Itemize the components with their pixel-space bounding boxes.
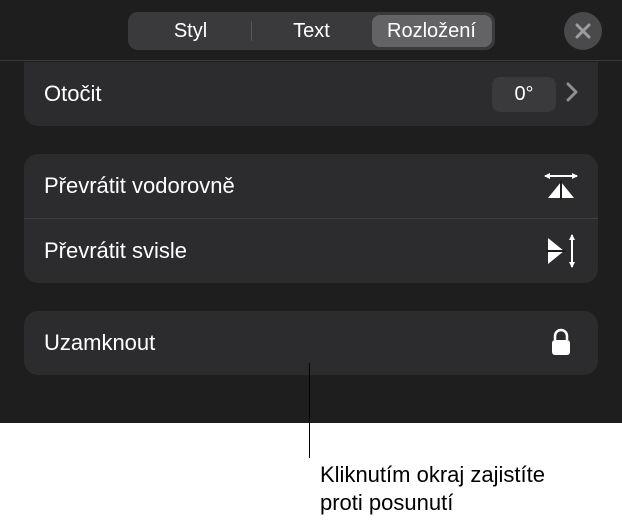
rotate-row[interactable]: Otočit 0° (24, 62, 598, 126)
callout-line-2: proti posunutí (320, 490, 453, 515)
rotate-label: Otočit (44, 81, 101, 107)
divider (0, 60, 622, 61)
tab-style-label: Styl (174, 20, 207, 43)
layout-panel: Styl Text Rozložení Otočit 0° (0, 0, 622, 423)
flip-vertical-label: Převrátit svisle (44, 238, 187, 264)
flip-group: Převrátit vodorovně Převrátit svisle (24, 154, 598, 283)
flip-horizontal-icon (544, 169, 578, 203)
lock-row[interactable]: Uzamknout (24, 311, 598, 375)
rotate-trail: 0° (492, 77, 578, 112)
lock-icon (544, 326, 578, 360)
content-area: Otočit 0° Převrátit vodorovně (0, 62, 622, 375)
tab-text[interactable]: Text (252, 15, 372, 47)
flip-vertical-icon (544, 234, 578, 268)
chevron-right-icon (566, 82, 578, 107)
tab-style[interactable]: Styl (131, 15, 251, 47)
flip-horizontal-label: Převrátit vodorovně (44, 173, 235, 199)
callout-text: Kliknutím okraj zajistíte proti posunutí (320, 461, 545, 516)
segmented-control: Styl Text Rozložení (128, 12, 495, 50)
lock-group: Uzamknout (24, 311, 598, 375)
lock-label: Uzamknout (44, 330, 155, 356)
tab-text-label: Text (293, 20, 330, 43)
close-icon (574, 22, 592, 40)
close-button[interactable] (564, 12, 602, 50)
flip-horizontal-row[interactable]: Převrátit vodorovně (24, 154, 598, 218)
tab-layout[interactable]: Rozložení (372, 15, 492, 47)
flip-vertical-row[interactable]: Převrátit svisle (24, 218, 598, 283)
tab-layout-label: Rozložení (387, 20, 476, 43)
rotate-value: 0° (492, 77, 556, 112)
tab-bar: Styl Text Rozložení (0, 0, 622, 58)
callout-area: Kliknutím okraj zajistíte proti posunutí (0, 423, 622, 532)
rotate-group: Otočit 0° (24, 62, 598, 126)
callout-line-1: Kliknutím okraj zajistíte (320, 462, 545, 487)
callout-leader-line (309, 363, 310, 458)
